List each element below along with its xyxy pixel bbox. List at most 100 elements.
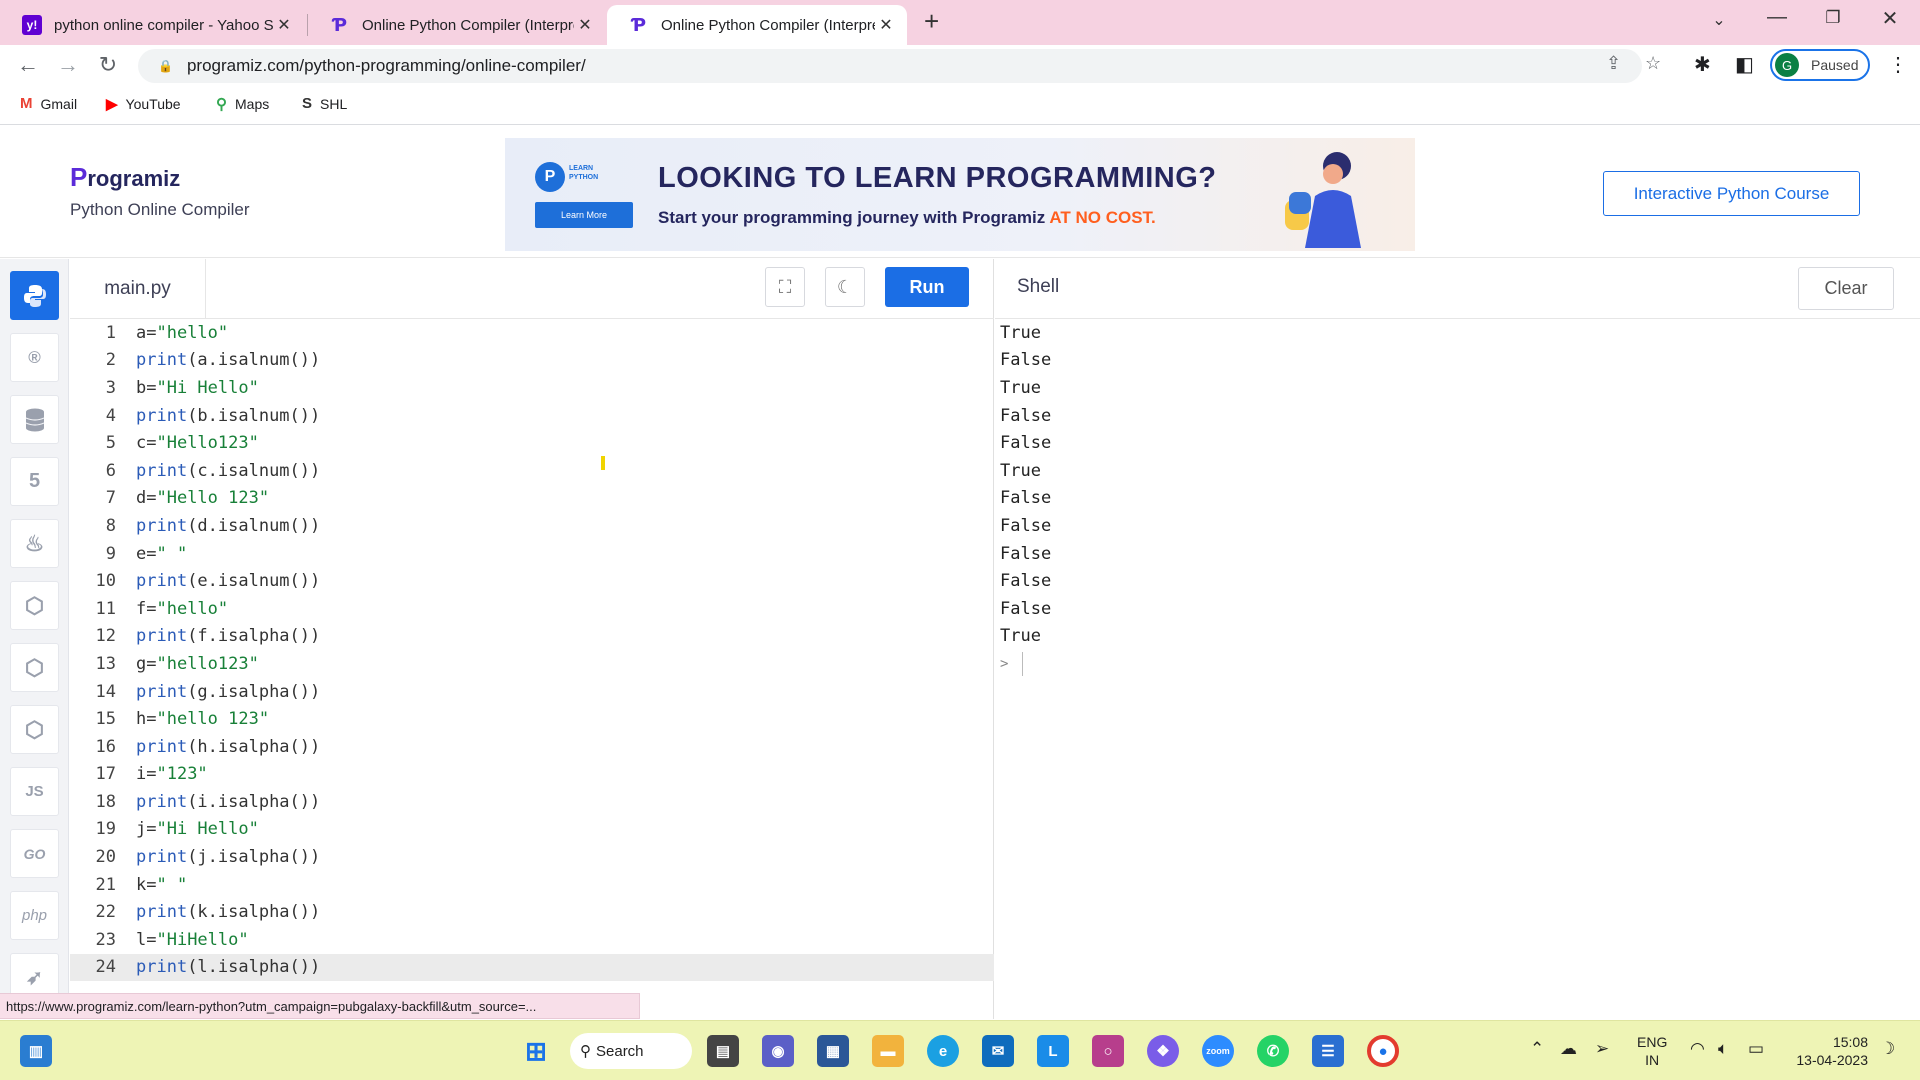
sidebar-item-go[interactable]: GO [10,829,59,878]
run-button[interactable]: Run [885,267,969,307]
code-line[interactable]: 17 i="123" [70,761,994,789]
battery-icon[interactable]: ▭ [1748,1039,1764,1059]
teams-chat-icon[interactable]: ◉ [762,1035,794,1067]
close-icon[interactable]: ✕ [574,15,596,35]
code-line[interactable]: 7 d="Hello 123" [70,485,994,513]
chrome-icon[interactable]: ● [1367,1035,1399,1067]
bookmark-gmail[interactable]: M Gmail [20,95,77,112]
minimize-icon[interactable]: — [1762,6,1792,29]
clear-button[interactable]: Clear [1798,267,1894,310]
file-tab-main-py[interactable]: main.py [70,259,206,319]
code-line[interactable]: 3 b="Hi Hello" [70,374,994,402]
code-line[interactable]: 20 print(j.isalpha()) [70,843,994,871]
file-explorer-icon[interactable]: ▬ [872,1035,904,1067]
back-icon[interactable]: ← [14,52,42,78]
code-line[interactable]: 15 h="hello 123" [70,705,994,733]
sidebar-item-js[interactable]: JS [10,767,59,816]
share-icon[interactable]: ⇪ [1606,53,1621,74]
side-panel-icon[interactable]: ◧ [1735,52,1754,77]
interactive-python-course-button[interactable]: Interactive Python Course [1603,171,1860,216]
taskbar-search[interactable]: ⚲ Search [570,1033,692,1069]
fullscreen-button[interactable]: ⛶ [765,267,805,307]
code-token-call: print [136,515,188,536]
menu-kebab-icon[interactable]: ⋮ [1888,52,1908,77]
bookmark-youtube[interactable]: ▶ YouTube [106,95,181,113]
app-colorful-icon[interactable]: ❖ [1147,1035,1179,1067]
code-line[interactable]: 4 print(b.isalnum()) [70,402,994,430]
shell-output[interactable]: True False True False False True False False Fal… [1000,319,1051,678]
close-icon[interactable]: ✕ [273,15,295,35]
restore-icon[interactable]: ❐ [1818,8,1848,28]
code-line[interactable]: 14 print(g.isalpha()) [70,678,994,706]
ad-banner[interactable]: P LEARN PYTHON Learn More LOOKING TO LEA… [505,138,1415,251]
code-line[interactable]: 12 print(f.isalpha()) [70,623,994,651]
l-app-icon[interactable]: L [1037,1035,1069,1067]
code-line[interactable]: 2 print(a.isalnum()) [70,347,994,375]
bookmark-maps[interactable]: ⚲ Maps [216,95,269,113]
new-tab-icon[interactable]: + [924,6,939,37]
sidebar-item-python[interactable] [10,271,59,320]
code-area[interactable]: 1 a="hello" 2 print(a.isalnum()) 3 b="Hi Hell… [70,319,994,982]
sidebar-item-r[interactable]: ® [10,333,59,382]
wifi-icon[interactable]: ◠ [1690,1039,1705,1059]
edge-browser-icon[interactable]: e [927,1035,959,1067]
sidebar-item-php[interactable]: php [10,891,59,940]
sidebar-item-java[interactable]: ♨ [10,519,59,568]
app-ring-icon[interactable]: ○ [1092,1035,1124,1067]
tab-search-chevron-icon[interactable]: ⌄ [1704,10,1734,30]
mail-icon[interactable]: ✉ [982,1035,1014,1067]
code-line[interactable]: 8 print(d.isalnum()) [70,512,994,540]
whatsapp-icon[interactable]: ✆ [1257,1035,1289,1067]
code-token-str: "HiHello" [156,929,249,950]
window-close-icon[interactable]: ✕ [1875,6,1905,31]
sidebar-item-html[interactable]: 5 [10,457,59,506]
code-line[interactable]: 9 e=" " [70,540,994,568]
dark-mode-button[interactable]: ☾ [825,267,865,307]
bookmark-shl[interactable]: S SHL [302,95,347,112]
onedrive-cloud-icon[interactable]: ☁ [1560,1039,1577,1059]
code-line[interactable]: 22 print(k.isalpha()) [70,898,994,926]
zoom-icon[interactable]: zoom [1202,1035,1234,1067]
forward-icon[interactable]: → [54,52,82,78]
sidebar-item-csharp[interactable]: ⬡ [10,705,59,754]
chevron-up-icon[interactable]: ⌃ [1530,1039,1544,1059]
code-token-rest: (a.isalnum()) [187,350,321,371]
volume-icon[interactable]: 🔈︎ [1718,1039,1728,1059]
taskbar-clock[interactable]: 15:08 13-04-2023 [1788,1033,1868,1069]
code-line[interactable]: 11 f="hello" [70,595,994,623]
tab-programiz-1[interactable]: Ƥ Online Python Compiler (Interpreter) ✕ [308,5,606,45]
sidebar-item-sql[interactable] [10,395,59,444]
code-line[interactable]: 10 print(e.isalnum()) [70,567,994,595]
code-line[interactable]: 19 j="Hi Hello" [70,816,994,844]
code-line[interactable]: 13 g="hello123" [70,650,994,678]
location-arrow-icon[interactable]: ➢ [1595,1039,1609,1059]
sidebar-item-cplusplus[interactable]: ⬡ [10,643,59,692]
close-icon[interactable]: ✕ [875,15,897,35]
code-line[interactable]: 24 print(l.isalpha()) [70,953,994,982]
microsoft-store-icon[interactable]: ▦ [817,1035,849,1067]
language-indicator[interactable]: ENG IN [1637,1033,1667,1069]
sidebar-item-c[interactable]: ⬡ [10,581,59,630]
shell-prompt[interactable]: > [1000,650,1051,678]
task-view-widget-icon[interactable]: ▥ [20,1035,52,1067]
windows-start-icon[interactable]: ⊞ [520,1035,552,1067]
code-line[interactable]: 16 print(h.isalpha()) [70,733,994,761]
profile-button[interactable]: G Paused [1770,49,1870,81]
code-line[interactable]: 21 k=" " [70,871,994,899]
code-line[interactable]: 5 c="Hello123" [70,429,994,457]
code-line[interactable]: 6 print(c.isalnum()) [70,457,994,485]
file-task-icon[interactable]: ▤ [707,1035,739,1067]
address-bar[interactable]: 🔒 programiz.com/python-programming/onlin… [138,49,1642,83]
tab-programiz-active[interactable]: Ƥ Online Python Compiler (Interpreter) ✕ [607,5,907,45]
notepad-icon[interactable]: ☰ [1312,1035,1344,1067]
extensions-icon[interactable]: ✱ [1694,52,1711,77]
code-line[interactable]: 1 a="hello" [70,319,994,347]
tab-yahoo-search[interactable]: y! python online compiler - Yahoo Search… [0,5,305,45]
notifications-icon[interactable]: ☽ [1880,1039,1895,1059]
banner-learn-more-button[interactable]: Learn More [535,202,633,228]
code-line[interactable]: 18 print(i.isalpha()) [70,788,994,816]
code-line[interactable]: 23 l="HiHello" [70,926,994,954]
reload-icon[interactable]: ↻ [94,52,122,78]
programiz-logo[interactable]: Programiz [70,162,180,193]
bookmark-star-icon[interactable]: ☆ [1645,53,1661,74]
